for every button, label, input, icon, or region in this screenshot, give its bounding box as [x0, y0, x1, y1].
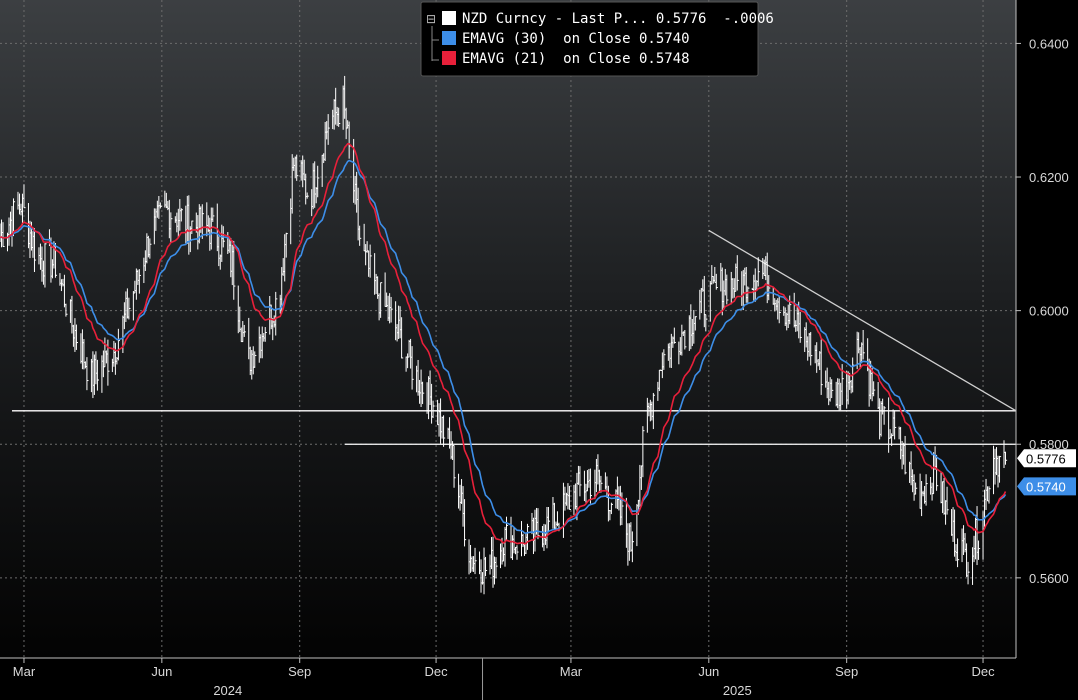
legend-collapse-icon[interactable]: ⊟ — [426, 12, 436, 26]
x-year-label: 2024 — [213, 683, 242, 698]
y-tick-label: 0.6400 — [1029, 36, 1069, 51]
x-tick-label: Dec — [425, 664, 449, 679]
x-tick-label: Sep — [835, 664, 858, 679]
y-tick-label: 0.5600 — [1029, 571, 1069, 586]
legend-swatch-ema21 — [442, 51, 456, 65]
last-value-tag: 0.5740 — [1017, 477, 1076, 496]
nzd-price-chart: 0.64000.62000.60000.58000.5600 Mar Jun Sep… — [0, 0, 1078, 700]
legend-swatch-price — [442, 11, 456, 25]
y-tick-label: 0.6000 — [1029, 304, 1069, 319]
legend: ⊟ NZD Curncy - Last P... 0.5776 -.0006 E… — [420, 1, 774, 77]
x-year-label: 2025 — [723, 683, 752, 698]
x-tick-label: Mar — [13, 664, 36, 679]
x-tick-label: Sep — [288, 664, 311, 679]
x-tick-label: Jun — [151, 664, 172, 679]
legend-label-ema30: EMAVG (30) on Close 0.5740 — [462, 31, 690, 47]
x-tick-label: Mar — [560, 664, 583, 679]
x-tick-label: Dec — [971, 664, 995, 679]
last-value-tag-label: 0.5776 — [1026, 451, 1066, 466]
plot-area — [0, 0, 1016, 658]
last-value-tag-label: 0.5740 — [1026, 479, 1066, 494]
y-tick-label: 0.6200 — [1029, 170, 1069, 185]
legend-swatch-ema30 — [442, 31, 456, 45]
last-value-tag: 0.5776 — [1017, 449, 1076, 468]
x-tick-label: Jun — [698, 664, 719, 679]
legend-label-price: NZD Curncy - Last P... 0.5776 -.0006 — [462, 11, 774, 27]
legend-label-ema21: EMAVG (21) on Close 0.5748 — [462, 51, 690, 67]
